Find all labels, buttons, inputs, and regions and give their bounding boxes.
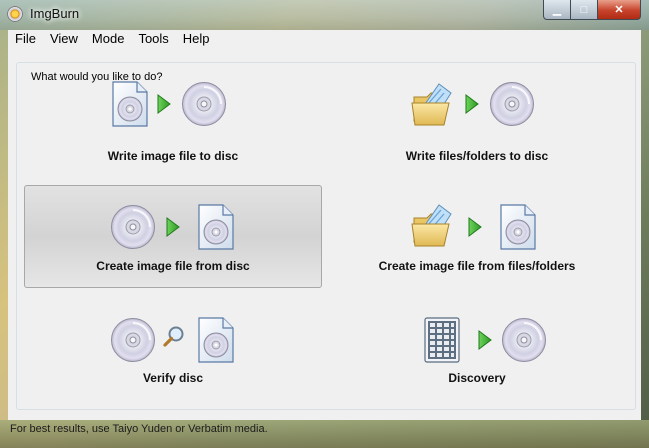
image-file-icon: [197, 204, 235, 250]
calculator-icon: [423, 317, 461, 363]
discovery-button[interactable]: Discovery: [328, 298, 626, 400]
tile-icons: [25, 188, 321, 236]
minimize-button[interactable]: ▁: [543, 0, 571, 20]
tile-label: Create image file from disc: [96, 259, 250, 273]
menu-help[interactable]: Help: [176, 30, 217, 48]
create-image-from-files-folders-button[interactable]: Create image file from files/folders: [328, 185, 626, 288]
play-arrow-icon: [165, 216, 181, 238]
menu-tools[interactable]: Tools: [131, 30, 175, 48]
menu-file[interactable]: File: [8, 30, 43, 48]
tile-label: Create image file from files/folders: [378, 259, 576, 273]
image-file-icon: [111, 81, 149, 127]
main-panel: What would you like to do? Write image f…: [8, 48, 641, 420]
magnifier-icon: [162, 325, 186, 349]
write-files-folders-to-disc-button[interactable]: Write files/folders to disc: [328, 76, 626, 178]
tile-icons: [329, 301, 625, 349]
disc-icon: [110, 204, 156, 250]
verify-disc-button[interactable]: Verify disc: [24, 298, 322, 400]
tile-icons: [329, 79, 625, 127]
disc-icon: [181, 81, 227, 127]
tile-label: Write files/folders to disc: [405, 149, 549, 163]
folder-icon: [411, 81, 459, 129]
status-bar: For best results, use Taiyo Yuden or Ver…: [0, 420, 649, 448]
disc-icon: [110, 317, 156, 363]
disc-icon: [489, 81, 535, 127]
create-image-from-disc-button[interactable]: Create image file from disc: [24, 185, 322, 288]
menu-bar: File View Mode Tools Help: [8, 30, 641, 49]
menu-mode[interactable]: Mode: [85, 30, 132, 48]
mode-selection-group: What would you like to do? Write image f…: [16, 62, 636, 410]
window-title: ImgBurn: [30, 6, 80, 21]
disc-icon: [501, 317, 547, 363]
play-arrow-icon: [477, 329, 493, 351]
tile-icons: [329, 188, 625, 236]
close-button[interactable]: ✕: [598, 0, 641, 20]
maximize-icon: □: [580, 3, 588, 16]
minimize-icon: ▁: [552, 4, 562, 16]
tile-label: Write image file to disc: [107, 149, 239, 163]
tile-icons: [25, 79, 321, 127]
write-image-to-disc-button[interactable]: Write image file to disc: [24, 76, 322, 178]
menu-view[interactable]: View: [43, 30, 85, 48]
tile-label: Verify disc: [142, 371, 204, 385]
imgburn-window: ImgBurn ▁ □ ✕ File View Mode Tools Help …: [0, 0, 649, 448]
tile-icons: [25, 301, 321, 349]
tile-label: Discovery: [448, 371, 506, 385]
window-controls: ▁ □ ✕: [543, 0, 641, 20]
play-arrow-icon: [464, 93, 480, 115]
imgburn-app-icon[interactable]: [7, 6, 23, 22]
image-file-icon: [499, 204, 537, 250]
status-text: For best results, use Taiyo Yuden or Ver…: [10, 423, 268, 435]
image-file-icon: [197, 317, 235, 363]
close-icon: ✕: [614, 4, 624, 16]
play-arrow-icon: [467, 216, 483, 238]
maximize-button[interactable]: □: [571, 0, 598, 20]
title-bar[interactable]: ImgBurn ▁ □ ✕: [0, 0, 649, 30]
play-arrow-icon: [156, 93, 172, 115]
folder-icon: [411, 202, 459, 250]
